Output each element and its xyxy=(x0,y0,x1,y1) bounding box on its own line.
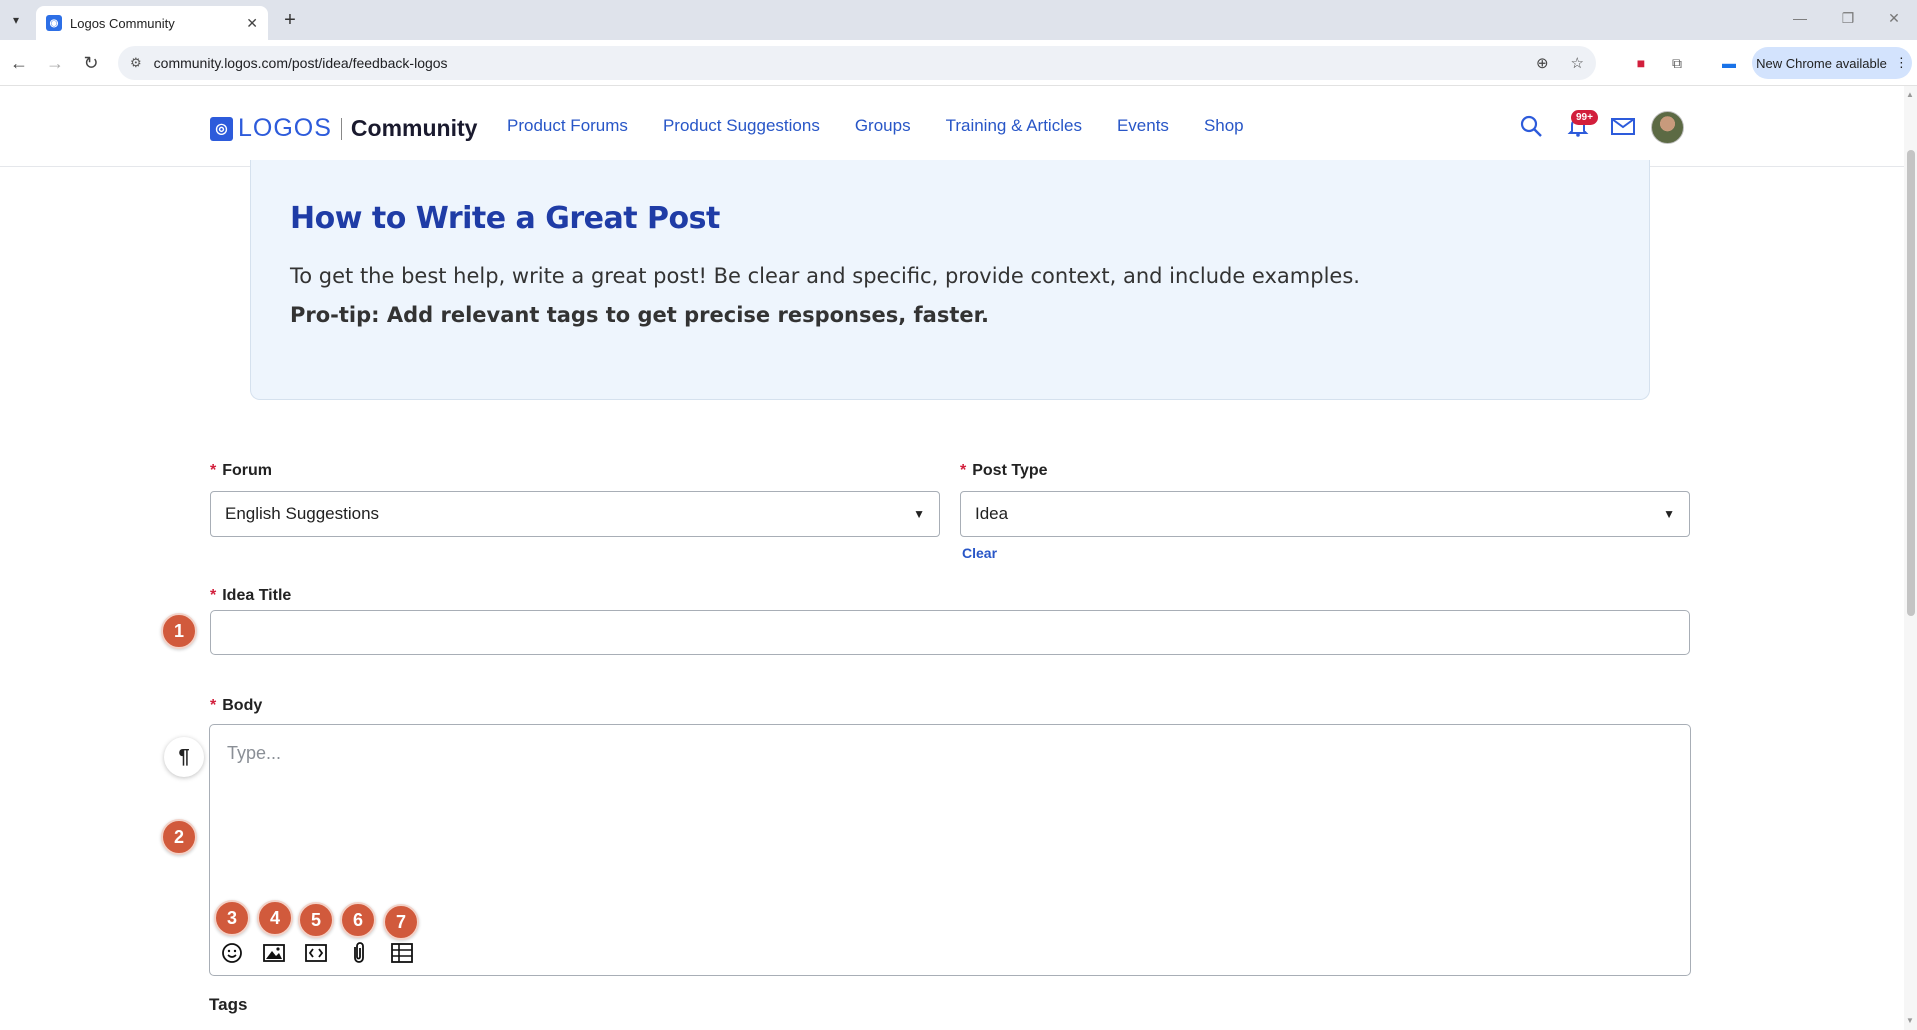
nav-shop[interactable]: Shop xyxy=(1204,116,1244,136)
nav-product-suggestions[interactable]: Product Suggestions xyxy=(663,116,820,136)
minimize-icon[interactable]: — xyxy=(1790,10,1810,26)
main-nav: Product Forums Product Suggestions Group… xyxy=(507,116,1244,136)
attachment-icon[interactable] xyxy=(346,940,372,966)
tab-search-icon[interactable]: ▾ xyxy=(4,8,28,32)
annotation-marker-7: 7 xyxy=(383,904,419,940)
zoom-icon[interactable]: ⊕ xyxy=(1536,54,1549,72)
forum-label-text: Forum xyxy=(222,462,273,479)
required-mark: * xyxy=(210,697,217,714)
body-label-text: Body xyxy=(222,697,263,714)
required-mark: * xyxy=(960,462,967,479)
tags-label: Tags xyxy=(209,995,248,1014)
forum-select-value: English Suggestions xyxy=(225,504,380,523)
paragraph-format-button[interactable]: ¶ xyxy=(164,737,204,777)
new-tab-icon[interactable]: + xyxy=(278,8,302,32)
menu-kebab-icon: ⋮ xyxy=(1894,55,1908,70)
annotation-marker-1: 1 xyxy=(161,613,197,649)
close-window-icon[interactable]: ✕ xyxy=(1884,10,1904,27)
annotation-marker-5: 5 xyxy=(298,902,334,938)
nav-product-forums[interactable]: Product Forums xyxy=(507,116,628,136)
paragraph-icon: ¶ xyxy=(178,745,190,768)
required-mark: * xyxy=(210,587,217,604)
chrome-update-button[interactable]: New Chrome available ⋮ xyxy=(1752,47,1912,79)
back-icon[interactable]: ← xyxy=(6,50,32,76)
notification-count-badge: 99+ xyxy=(1571,110,1598,125)
body-label: * Body xyxy=(210,697,262,715)
logo-community-text: Community xyxy=(350,115,478,141)
table-icon[interactable] xyxy=(389,940,415,966)
logo-text: LOGOS xyxy=(238,114,332,142)
annotation-marker-2: 2 xyxy=(161,819,197,855)
restore-icon[interactable]: ❐ xyxy=(1838,10,1858,27)
annotation-marker-6: 6 xyxy=(340,902,376,938)
browser-tab[interactable]: ◉ Logos Community ✕ xyxy=(36,6,268,40)
forum-select[interactable]: English Suggestions ▼ xyxy=(210,491,940,537)
post-type-label: * Post Type xyxy=(960,462,1048,480)
site-header: ◎ LOGOS Community Product Forums Product… xyxy=(0,86,1904,167)
clear-post-type-link[interactable]: Clear xyxy=(962,545,997,561)
code-block-icon[interactable] xyxy=(303,940,329,966)
bookmark-star-icon[interactable]: ☆ xyxy=(1571,54,1584,72)
required-mark: * xyxy=(210,462,217,479)
nav-events[interactable]: Events xyxy=(1117,116,1169,136)
posting-tips-title: How to Write a Great Post xyxy=(290,201,720,236)
tab-close-icon[interactable]: ✕ xyxy=(246,15,258,32)
tab-title: Logos Community xyxy=(70,15,175,31)
forum-label: * Forum xyxy=(210,462,272,480)
user-avatar[interactable] xyxy=(1651,111,1684,144)
chevron-down-icon: ▼ xyxy=(913,507,925,521)
post-type-label-text: Post Type xyxy=(972,462,1048,479)
logos-favicon-icon: ◉ xyxy=(46,15,62,31)
post-type-select-value: Idea xyxy=(975,504,1009,523)
scroll-down-icon[interactable]: ▼ xyxy=(1906,1016,1914,1025)
scrollbar-thumb[interactable] xyxy=(1907,150,1915,616)
body-placeholder: Type... xyxy=(227,743,282,763)
search-icon[interactable] xyxy=(1519,114,1543,138)
post-type-select[interactable]: Idea ▼ xyxy=(960,491,1690,537)
image-icon[interactable] xyxy=(261,940,287,966)
logos-community-logo[interactable]: ◎ LOGOS Community xyxy=(210,114,477,143)
browser-toolbar: ← → ↻ ⚙ community.logos.com/post/idea/fe… xyxy=(0,40,1917,86)
logo-divider xyxy=(340,117,342,140)
posting-tips-body: To get the best help, write a great post… xyxy=(290,264,1360,288)
idea-title-input[interactable] xyxy=(210,610,1690,655)
page-scrollbar[interactable]: ▲ ▼ xyxy=(1904,86,1917,1030)
idea-title-label-text: Idea Title xyxy=(222,587,292,604)
idea-title-label: * Idea Title xyxy=(210,587,291,605)
emoji-icon[interactable] xyxy=(219,940,245,966)
body-editor[interactable] xyxy=(209,724,1691,976)
posting-tips-protip: Pro-tip: Add relevant tags to get precis… xyxy=(290,303,989,327)
site-info-icon[interactable]: ⚙ xyxy=(130,55,142,71)
messages-envelope-icon[interactable] xyxy=(1610,114,1636,138)
annotation-marker-3: 3 xyxy=(214,900,250,936)
chrome-update-label: New Chrome available xyxy=(1756,55,1887,71)
annotation-marker-4: 4 xyxy=(257,900,293,936)
nav-groups[interactable]: Groups xyxy=(855,116,911,136)
logos-logo-icon: ◎ xyxy=(210,116,233,141)
forward-icon[interactable]: → xyxy=(42,50,68,76)
profile-icon[interactable]: ▬ xyxy=(1718,52,1740,74)
browser-tab-bar: ▾ ◉ Logos Community ✕ + — ❐ ✕ xyxy=(0,0,1917,40)
address-bar[interactable]: ⚙ community.logos.com/post/idea/feedback… xyxy=(118,46,1596,80)
reload-icon[interactable]: ↻ xyxy=(78,50,104,76)
chevron-down-icon: ▼ xyxy=(1663,507,1675,521)
scroll-up-icon[interactable]: ▲ xyxy=(1906,90,1914,99)
extension-icon[interactable]: ■ xyxy=(1630,52,1652,74)
url-text: community.logos.com/post/idea/feedback-l… xyxy=(153,55,448,71)
nav-training-articles[interactable]: Training & Articles xyxy=(946,116,1082,136)
extensions-puzzle-icon[interactable]: ⧉ xyxy=(1666,52,1688,74)
